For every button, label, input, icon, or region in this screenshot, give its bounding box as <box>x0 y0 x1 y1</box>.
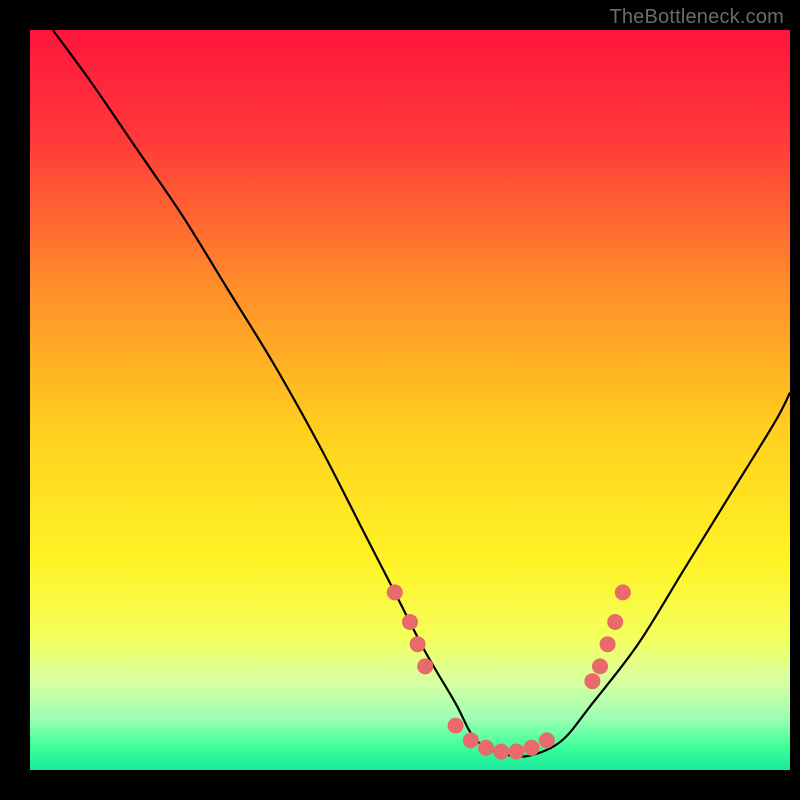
chart-container: TheBottleneck.com <box>0 0 800 800</box>
highlight-dot <box>448 718 464 734</box>
highlight-dot <box>493 744 509 760</box>
highlight-dot <box>417 658 433 674</box>
watermark-text: TheBottleneck.com <box>609 6 784 29</box>
highlight-dot <box>478 740 494 756</box>
highlight-dot <box>402 614 418 630</box>
highlight-dot <box>410 636 426 652</box>
highlight-dot <box>584 673 600 689</box>
highlight-dot <box>463 732 479 748</box>
highlight-dot <box>539 732 555 748</box>
plot-background <box>30 30 790 770</box>
highlight-dot <box>600 636 616 652</box>
highlight-dot <box>524 740 540 756</box>
highlight-dot <box>615 584 631 600</box>
highlight-dot <box>508 744 524 760</box>
highlight-dot <box>607 614 623 630</box>
highlight-dot <box>592 658 608 674</box>
bottleneck-chart <box>0 0 800 800</box>
highlight-dot <box>387 584 403 600</box>
